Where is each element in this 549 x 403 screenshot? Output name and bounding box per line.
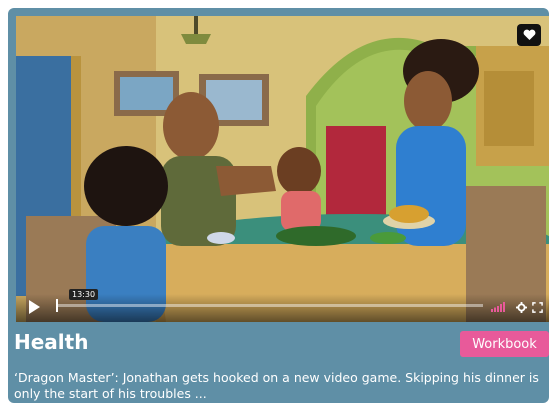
workbook-button[interactable]: Workbook <box>460 331 549 357</box>
description-line-1: ‘Dragon Master’: Jonathan gets hooked on… <box>14 370 539 385</box>
time-tooltip: 13:30 <box>69 289 99 300</box>
episode-card: 13:30 Health Workbook ‘Dragon Master’: J… <box>8 8 549 403</box>
seek-bar[interactable] <box>56 299 483 312</box>
volume-bars-icon[interactable] <box>491 302 507 312</box>
fullscreen-icon[interactable] <box>532 302 543 313</box>
description-line-2: only the start of his troubles ... <box>14 386 207 401</box>
favorite-button[interactable] <box>517 24 541 46</box>
episode-description: ‘Dragon Master’: Jonathan gets hooked on… <box>14 370 549 402</box>
video-frame <box>16 16 549 322</box>
video-player[interactable]: 13:30 <box>16 16 549 322</box>
seek-handle[interactable] <box>56 299 58 312</box>
play-icon[interactable] <box>26 299 42 315</box>
episode-title: Health <box>14 330 89 354</box>
gear-icon[interactable] <box>516 302 527 313</box>
video-controls: 13:30 <box>16 289 549 322</box>
heart-icon <box>523 29 535 40</box>
